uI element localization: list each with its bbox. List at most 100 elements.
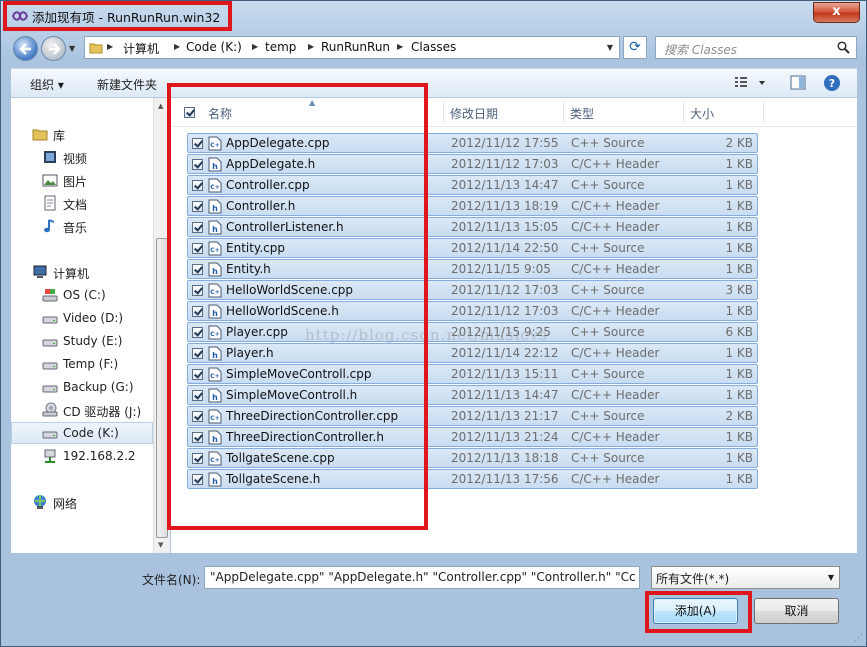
table-row[interactable]: h Player.h 2012/11/14 22:12 C/C++ Header 1 K…	[187, 343, 758, 363]
crumb-drive[interactable]: Code (K:)	[186, 40, 242, 54]
row-checkbox[interactable]	[192, 432, 203, 443]
row-checkbox[interactable]	[192, 306, 203, 317]
search-icon	[837, 41, 850, 54]
table-row[interactable]: C+ HelloWorldScene.cpp 2012/11/12 17:03 C++…	[187, 280, 758, 300]
row-checkbox[interactable]	[192, 243, 203, 254]
table-row[interactable]: h ControllerListener.h 2012/11/13 15:05 C/C…	[187, 217, 758, 237]
table-row[interactable]: h ThreeDirectionController.h 2012/11/13 21…	[187, 427, 758, 447]
back-button[interactable]	[13, 36, 38, 61]
nav-item-backup-g[interactable]: Backup (G:)	[11, 376, 153, 398]
nav-scrollbar[interactable]: ▲ ▼	[153, 98, 170, 553]
cancel-button[interactable]: 取消	[754, 598, 839, 624]
table-row[interactable]: h Controller.h 2012/11/13 18:19 C/C++ Heade…	[187, 196, 758, 216]
row-checkbox[interactable]	[192, 411, 203, 422]
crumb-computer[interactable]: 计算机	[123, 40, 159, 57]
row-checkbox[interactable]	[192, 138, 203, 149]
address-dropdown-icon[interactable]: ▼	[607, 43, 613, 52]
cpp-file-icon: C+	[208, 451, 222, 466]
nav-item-network-drive[interactable]: 192.168.2.2	[11, 445, 153, 467]
row-checkbox[interactable]	[192, 390, 203, 401]
file-type-select[interactable]: 所有文件(*.*) ▼	[651, 566, 840, 589]
row-checkbox[interactable]	[192, 159, 203, 170]
nav-item-os-c[interactable]: OS (C:)	[11, 284, 153, 306]
table-row[interactable]: h Entity.h 2012/11/15 9:05 C/C++ Header 1 KB	[187, 259, 758, 279]
table-row[interactable]: C+ AppDelegate.cpp 2012/11/12 17:55 C++ Sou…	[187, 133, 758, 153]
watermark: http://blog.csdn.net/musicvs	[305, 326, 548, 344]
file-date: 2012/11/13 18:18	[451, 451, 559, 465]
help-icon[interactable]: ?	[823, 74, 841, 92]
row-checkbox[interactable]	[192, 222, 203, 233]
nav-item-temp-f[interactable]: Temp (F:)	[11, 353, 153, 375]
file-size: 1 KB	[725, 430, 753, 444]
table-row[interactable]: h HelloWorldScene.h 2012/11/12 17:03 C/C++ …	[187, 301, 758, 321]
header-file-icon: h	[208, 220, 222, 235]
col-name[interactable]: 名称	[208, 105, 232, 122]
file-date: 2012/11/13 21:24	[451, 430, 559, 444]
scroll-down-icon[interactable]: ▼	[158, 541, 163, 549]
row-checkbox[interactable]	[192, 474, 203, 485]
nav-item-network[interactable]: 网络	[11, 491, 153, 513]
command-toolbar: 组织 ▾ 新建文件夹 ?	[11, 68, 857, 98]
nav-item-pictures[interactable]: 图片	[11, 169, 153, 191]
column-divider[interactable]	[443, 101, 444, 123]
add-button[interactable]: 添加(A)	[653, 598, 738, 624]
visual-studio-icon	[12, 11, 28, 21]
nav-item-library[interactable]: 库	[11, 123, 153, 145]
svg-text:C+: C+	[210, 373, 219, 380]
column-divider[interactable]	[763, 101, 764, 123]
row-checkbox[interactable]	[192, 348, 203, 359]
row-checkbox[interactable]	[192, 327, 203, 338]
refresh-icon: ⟳	[629, 39, 641, 55]
nav-item-computer[interactable]: 计算机	[11, 261, 153, 283]
table-row[interactable]: C+ TollgateScene.cpp 2012/11/13 18:18 C++ S…	[187, 448, 758, 468]
nav-item-video-d[interactable]: Video (D:)	[11, 307, 153, 329]
header-file-icon: h	[208, 388, 222, 403]
col-modified[interactable]: 修改日期	[450, 105, 498, 122]
resize-grip-icon[interactable]: ⋰	[854, 633, 863, 643]
close-button[interactable]: x	[813, 2, 860, 23]
row-checkbox[interactable]	[192, 369, 203, 380]
nav-item-code-k[interactable]: Code (K:)	[11, 422, 153, 444]
file-name: Controller.h	[226, 199, 296, 213]
scroll-up-icon[interactable]: ▲	[158, 102, 163, 110]
table-row[interactable]: h TollgateScene.h 2012/11/13 17:56 C/C++ He…	[187, 469, 758, 489]
crumb-classes[interactable]: Classes	[411, 40, 456, 54]
nav-item-study-e[interactable]: Study (E:)	[11, 330, 153, 352]
crumb-project[interactable]: RunRunRun	[321, 40, 390, 54]
search-box[interactable]: 搜索 Classes	[655, 36, 857, 59]
organize-button[interactable]: 组织 ▾	[30, 76, 64, 93]
nav-item-cd-j[interactable]: CD 驱动器 (J:)	[11, 399, 153, 421]
table-row[interactable]: C+ Entity.cpp 2012/11/14 22:50 C++ Source 1 …	[187, 238, 758, 258]
preview-pane-icon[interactable]	[789, 74, 807, 92]
cpp-file-icon: C+	[208, 409, 222, 424]
table-row[interactable]: h SimpleMoveControll.h 2012/11/13 14:47 C/C…	[187, 385, 758, 405]
title-bar: 添加现有项 - RunRunRun.win32 x	[1, 1, 866, 31]
row-checkbox[interactable]	[192, 285, 203, 296]
nav-item-video[interactable]: 视频	[11, 146, 153, 168]
scroll-thumb[interactable]	[156, 238, 168, 538]
row-checkbox[interactable]	[192, 180, 203, 191]
column-divider[interactable]	[683, 101, 684, 123]
column-divider[interactable]	[563, 101, 564, 123]
forward-button[interactable]	[41, 36, 66, 61]
history-dropdown-icon[interactable]: ▼	[69, 44, 75, 53]
col-type[interactable]: 类型	[570, 105, 594, 122]
row-checkbox[interactable]	[192, 201, 203, 212]
new-folder-button[interactable]: 新建文件夹	[97, 76, 157, 93]
header-file-icon: h	[208, 472, 222, 487]
nav-item-documents[interactable]: 文档	[11, 192, 153, 214]
row-checkbox[interactable]	[192, 453, 203, 464]
table-row[interactable]: C+ ThreeDirectionController.cpp 2012/11/13…	[187, 406, 758, 426]
nav-item-music[interactable]: 音乐	[11, 215, 153, 237]
crumb-temp[interactable]: temp	[265, 40, 296, 54]
view-options-icon[interactable]	[733, 74, 767, 92]
address-bar[interactable]: ▶ 计算机 ▶ Code (K:) ▶ temp ▶ RunRunRun ▶ C…	[84, 36, 620, 59]
table-row[interactable]: C+ Controller.cpp 2012/11/13 14:47 C++ Sour…	[187, 175, 758, 195]
col-size[interactable]: 大小	[690, 105, 714, 122]
select-all-checkbox[interactable]	[184, 107, 195, 118]
table-row[interactable]: C+ SimpleMoveControll.cpp 2012/11/13 15:11…	[187, 364, 758, 384]
table-row[interactable]: h AppDelegate.h 2012/11/12 17:03 C/C++ Head…	[187, 154, 758, 174]
filename-input[interactable]: "AppDelegate.cpp" "AppDelegate.h" "Contr…	[204, 566, 640, 589]
row-checkbox[interactable]	[192, 264, 203, 275]
refresh-button[interactable]: ⟳	[623, 36, 647, 59]
